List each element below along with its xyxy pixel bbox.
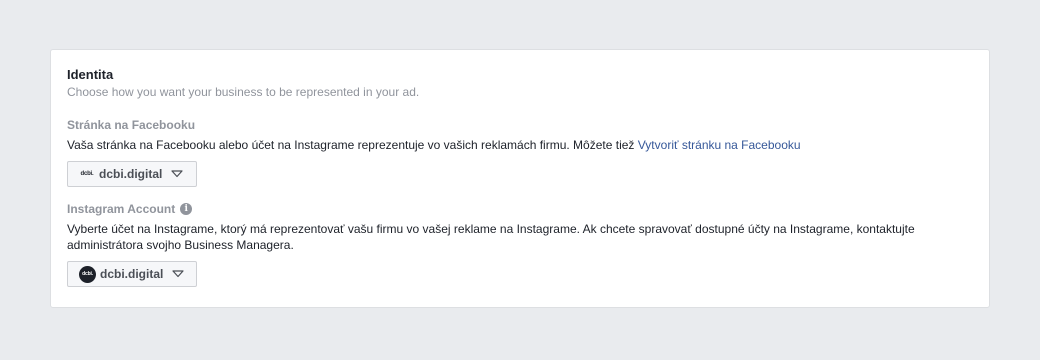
- instagram-avatar-icon: dcbi.: [79, 265, 96, 283]
- identity-title: Identita: [67, 67, 114, 82]
- instagram-account-label: Instagram Account: [67, 202, 176, 216]
- facebook-page-description-text: Vaša stránka na Facebooku alebo účet na …: [67, 138, 638, 152]
- caret-down-icon: [171, 170, 183, 178]
- facebook-page-description: Vaša stránka na Facebooku alebo účet na …: [67, 137, 801, 153]
- identity-subtitle: Choose how you want your business to be …: [67, 85, 420, 99]
- instagram-account-dropdown[interactable]: dcbi. dcbi.digital: [67, 261, 197, 287]
- info-icon[interactable]: i: [180, 203, 193, 215]
- instagram-account-selected: dcbi.digital: [100, 267, 164, 281]
- identity-card: Identita Choose how you want your busine…: [50, 49, 990, 308]
- create-facebook-page-link[interactable]: Vytvoriť stránku na Facebooku: [638, 138, 801, 152]
- facebook-page-selected: dcbi.digital: [99, 167, 163, 181]
- page-logo-icon: dcbi.: [80, 171, 94, 177]
- caret-down-icon: [172, 270, 184, 278]
- instagram-account-description: Vyberte účet na Instagrame, ktorý má rep…: [67, 222, 915, 252]
- facebook-page-dropdown[interactable]: dcbi. dcbi.digital: [67, 161, 197, 187]
- facebook-page-label: Stránka na Facebooku: [67, 118, 196, 132]
- instagram-account-label-row: Instagram Account i: [67, 202, 193, 216]
